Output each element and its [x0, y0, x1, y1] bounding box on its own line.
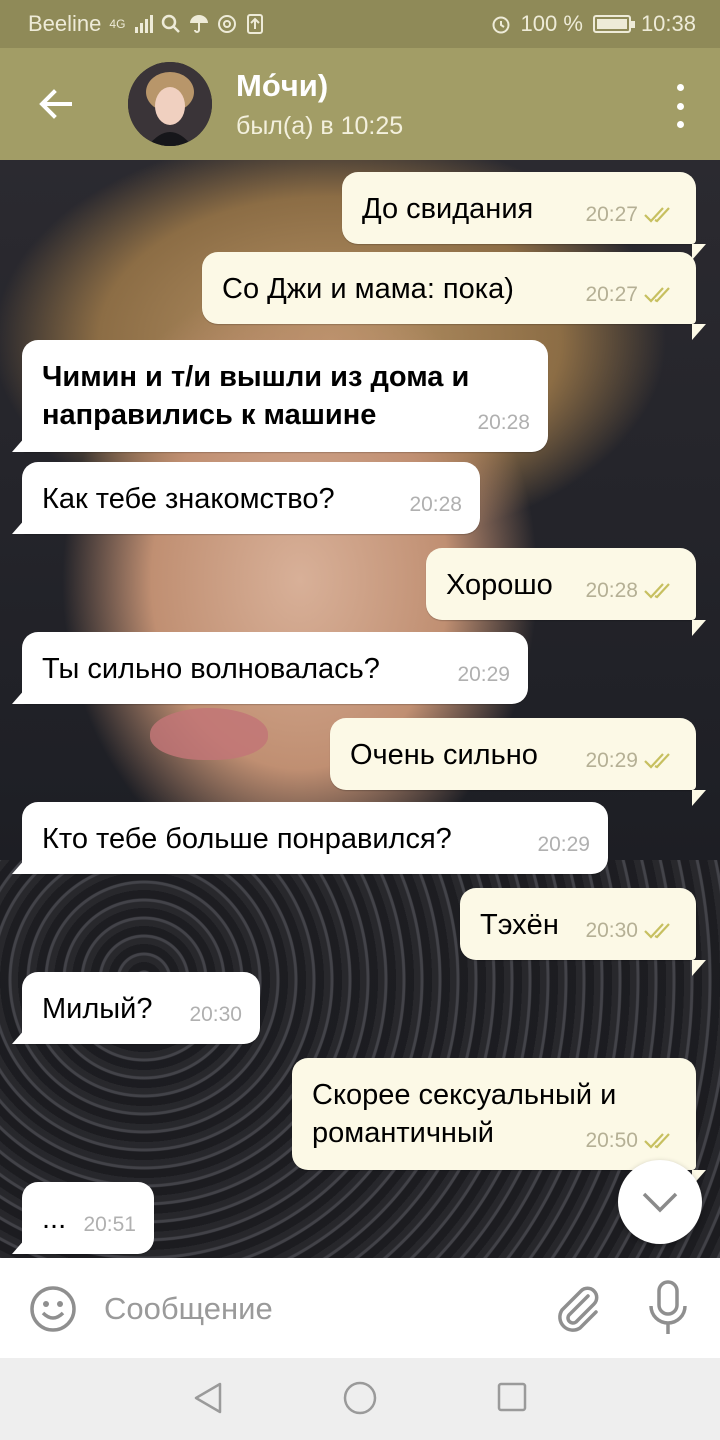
contact-name[interactable]: Мо́чи)	[236, 68, 328, 104]
nav-back-icon[interactable]	[190, 1380, 226, 1416]
nav-recent-icon[interactable]	[496, 1381, 528, 1413]
battery-level	[596, 19, 627, 29]
message-meta: 20:27	[585, 276, 678, 314]
double-check-icon	[644, 583, 670, 599]
message-meta: 20:50	[585, 1122, 678, 1160]
message-meta: 20:28	[585, 572, 678, 610]
at-icon	[218, 15, 237, 33]
scroll-down-button[interactable]	[618, 1160, 702, 1244]
network-label: 4G	[109, 17, 126, 31]
message-bubble[interactable]: Хорошо 20:28	[426, 548, 696, 620]
message-text: Ты сильно волновалась?	[42, 653, 380, 685]
message-text: Кто тебе больше понравился?	[42, 823, 452, 855]
message-meta: 20:27	[585, 196, 678, 234]
clock: 10:38	[640, 11, 696, 36]
message-bubble[interactable]: Как тебе знакомство? 20:28	[12, 462, 480, 534]
message-bubble[interactable]: Ты сильно волновалась? 20:29	[12, 632, 528, 704]
message-bubble[interactable]: Кто тебе больше понравился? 20:29	[12, 802, 608, 874]
message-time: 20:29	[585, 749, 638, 772]
double-check-icon	[644, 923, 670, 939]
message-meta: 20:28	[477, 404, 530, 442]
message-time: 20:30	[585, 919, 638, 942]
message-meta: 20:29	[585, 742, 678, 780]
carrier-label: Beeline	[28, 11, 102, 36]
double-check-icon	[644, 753, 670, 769]
message-bubble[interactable]: До свидания 20:27	[342, 172, 696, 244]
last-seen: был(а) в 10:25	[236, 112, 404, 140]
message-text: Очень сильно	[350, 739, 538, 771]
nav-home-icon[interactable]	[342, 1380, 378, 1416]
message-time: 20:29	[537, 833, 590, 856]
message-bubble[interactable]: Со Джи и мама: пока) 20:27	[202, 252, 696, 324]
double-check-icon	[644, 287, 670, 303]
search-icon	[162, 14, 181, 33]
message-text: Хорошо	[446, 569, 553, 601]
message-bubble[interactable]: Милый? 20:30	[12, 972, 260, 1044]
message-meta: 20:29	[457, 656, 510, 694]
message-time: 20:27	[585, 203, 638, 226]
message-time: 20:28	[585, 579, 638, 602]
message-input[interactable]	[104, 1284, 524, 1334]
message-time: 20:29	[457, 663, 510, 686]
wallpaper-lips	[150, 708, 268, 760]
battery-percent: 100 %	[520, 11, 583, 36]
message-text: Как тебе знакомство?	[42, 483, 335, 515]
message-time: 20:30	[189, 1003, 242, 1026]
chevron-down-icon	[642, 1192, 678, 1213]
message-meta: 20:30	[189, 996, 242, 1034]
avatar[interactable]	[128, 62, 212, 146]
signal-icon	[135, 15, 154, 33]
message-time: 20:27	[585, 283, 638, 306]
avatar-image	[128, 62, 212, 146]
more-vert-icon[interactable]	[670, 84, 690, 128]
status-left: Beeline 4G	[28, 11, 265, 37]
message-text: Милый?	[42, 993, 153, 1025]
microphone-icon[interactable]	[648, 1280, 688, 1338]
message-text: До свидания	[362, 193, 534, 225]
umbrella-icon	[190, 15, 209, 33]
double-check-icon	[644, 207, 670, 223]
double-check-icon	[644, 1133, 670, 1149]
upload-icon	[247, 14, 264, 34]
message-bubble[interactable]: Тэхён 20:30	[460, 888, 696, 960]
message-time: 20:28	[409, 493, 462, 516]
message-bubble[interactable]: ... 20:51	[12, 1182, 154, 1254]
message-time: 20:50	[585, 1129, 638, 1152]
emoji-icon[interactable]	[28, 1284, 78, 1334]
message-meta: 20:51	[83, 1206, 136, 1244]
message-bubble[interactable]: Чимин и т/и вышли из дома и направились …	[12, 340, 548, 452]
status-right: 100 % 10:38	[491, 11, 696, 37]
alarm-icon	[492, 16, 510, 34]
message-text: ...	[42, 1203, 67, 1235]
message-time: 20:28	[477, 411, 530, 434]
back-button[interactable]	[30, 78, 82, 130]
chat-area[interactable]: До свидания 20:27 Со Джи и мама: пока) 2…	[0, 160, 720, 1258]
message-composer	[0, 1258, 720, 1358]
message-meta: 20:29	[537, 826, 590, 864]
battery-icon	[592, 15, 635, 33]
status-bar: Beeline 4G 100 % 10:38	[0, 0, 720, 48]
paperclip-icon[interactable]	[552, 1282, 602, 1336]
chat-header: Мо́чи) был(а) в 10:25	[0, 48, 720, 160]
system-nav-bar	[0, 1358, 720, 1440]
message-text: Тэхён	[480, 909, 559, 941]
message-time: 20:51	[83, 1213, 136, 1236]
message-text: Со Джи и мама: пока)	[222, 273, 514, 305]
message-meta: 20:28	[409, 486, 462, 524]
message-bubble[interactable]: Скорее сексуальный и романтичный 20:50	[292, 1058, 696, 1170]
message-meta: 20:30	[585, 912, 678, 950]
message-bubble[interactable]: Очень сильно 20:29	[330, 718, 696, 790]
back-arrow-icon	[39, 89, 72, 119]
message-text: Чимин и т/и вышли из дома и направились …	[42, 361, 470, 431]
